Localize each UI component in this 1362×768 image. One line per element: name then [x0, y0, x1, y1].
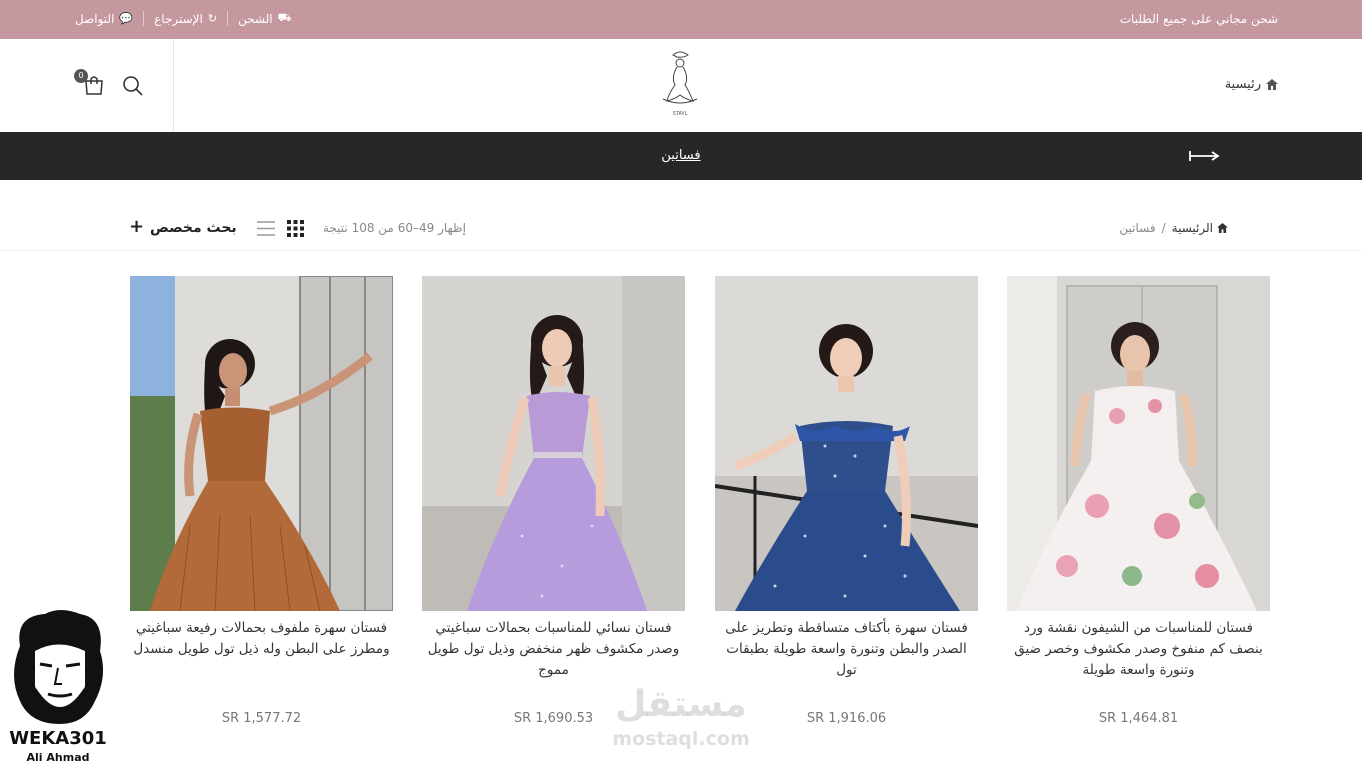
watermark-arabic: مستقل [615, 684, 747, 725]
product-price: SR 1,577.72 [221, 711, 302, 726]
product-image[interactable] [130, 275, 394, 612]
breadcrumb-current: فساتين [1119, 221, 1156, 235]
home-label: رئيسية [1224, 77, 1261, 92]
product-card[interactable]: فستان نسائي للمناسبات بحمالات سباغيتي وص… [422, 276, 685, 726]
product-title[interactable]: فستان سهرة بأكتاف متساقطة وتطريز على الص… [715, 618, 978, 681]
cart-count-badge: 0 [74, 69, 88, 83]
breadcrumb-separator: / [1161, 221, 1166, 235]
breadcrumb: الرئيسية / فساتين [1119, 221, 1228, 235]
watermark-latin: mostaql.com [612, 728, 750, 750]
contact-link[interactable]: 💬 التواصل [75, 11, 143, 26]
return-link[interactable]: ↻ الإسترجاع [143, 11, 227, 26]
nav-link-dresses[interactable]: فساتين [0, 148, 1362, 163]
product-title[interactable]: فستان للمناسبات من الشيفون نقشة ورد بنصف… [1007, 618, 1270, 681]
breadcrumb-home-label: الرئيسية [1171, 221, 1213, 235]
top-links: ⛟ الشحن ↻ الإسترجاع 💬 التواصل [75, 11, 291, 26]
return-label: الإسترجاع [154, 11, 203, 26]
portrait-icon [14, 610, 104, 724]
home-nav-link[interactable]: رئيسية [1225, 77, 1278, 92]
truck-icon: ⛟ [277, 11, 292, 24]
search-icon[interactable] [122, 75, 144, 97]
site-header: رئيسية STAYL 0 [0, 39, 1362, 132]
logo-text: STAYL [673, 111, 688, 117]
product-card[interactable]: فستان سهرة بأكتاف متساقطة وتطريز على الص… [714, 276, 979, 726]
plus-icon[interactable]: + [129, 216, 144, 237]
promo-text: شحن مجاني على جميع الطلبات [1119, 12, 1278, 26]
top-bar: شحن مجاني على جميع الطلبات ⛟ الشحن ↻ الإ… [0, 0, 1362, 39]
product-title[interactable]: فستان سهرة ملفوف بحمالات رفيعة سباغيتي و… [130, 618, 393, 660]
breadcrumb-home[interactable]: الرئيسية [1172, 221, 1228, 235]
product-image[interactable] [1007, 276, 1270, 611]
category-nav: فساتين [0, 132, 1362, 180]
shipping-label: الشحن [238, 11, 273, 26]
badge-name: WEKA301 [9, 728, 107, 749]
arrow-right-icon[interactable] [1188, 150, 1220, 162]
header-divider [173, 39, 174, 132]
custom-search-button[interactable]: بحث مخصص [150, 220, 237, 236]
product-card[interactable]: فستان سهرة ملفوف بحمالات رفيعة سباغيتي و… [130, 275, 394, 726]
product-card[interactable]: فستان للمناسبات من الشيفون نقشة ورد بنصف… [1007, 276, 1270, 726]
chat-icon: 💬 [119, 12, 134, 25]
contact-label: التواصل [75, 11, 115, 26]
product-image[interactable] [422, 276, 685, 611]
badge-subtitle: Ali Ahmad [26, 751, 90, 764]
product-price: SR 1,464.81 [1098, 711, 1179, 726]
watermark: مستقل mostaql.com [596, 684, 766, 754]
home-icon [1217, 223, 1228, 233]
result-count: إظهار 49–60 من 108 نتيجة [323, 221, 466, 235]
brand-logo[interactable]: STAYL [655, 49, 705, 119]
product-title[interactable]: فستان نسائي للمناسبات بحمالات سباغيتي وص… [422, 618, 685, 681]
grid-view-icon[interactable] [287, 220, 304, 237]
home-icon [1266, 79, 1278, 90]
return-icon: ↻ [207, 12, 218, 25]
author-badge: WEKA301 Ali Ahmad [0, 606, 116, 768]
shop-toolbar: الرئيسية / فساتين إظهار 49–60 من 108 نتي… [0, 180, 1362, 251]
shipping-link[interactable]: ⛟ الشحن [227, 11, 291, 26]
product-image[interactable] [714, 276, 979, 611]
list-view-icon[interactable] [257, 220, 275, 237]
